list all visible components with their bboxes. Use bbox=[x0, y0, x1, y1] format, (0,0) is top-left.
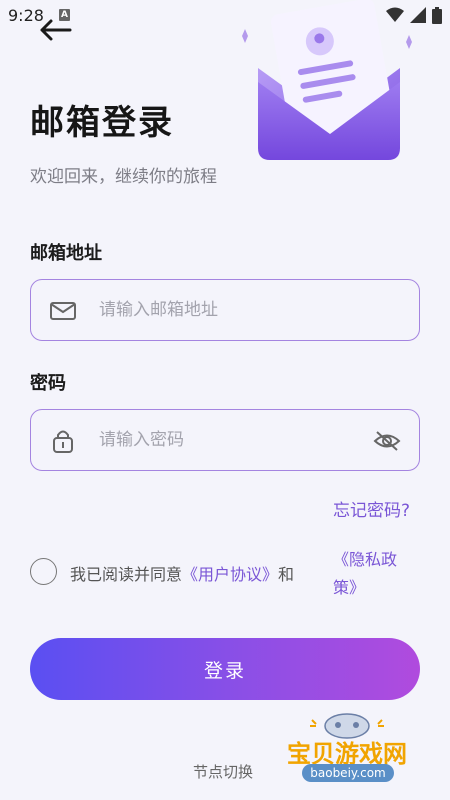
agreement-and: 和 bbox=[278, 565, 295, 584]
node-switch-link[interactable]: 节点切换 bbox=[193, 761, 253, 782]
page-title: 邮箱登录 bbox=[30, 103, 174, 143]
password-input[interactable] bbox=[99, 420, 369, 460]
agreement-prefix: 我已阅读并同意 bbox=[70, 565, 183, 584]
watermark-url: baobeiy.com bbox=[302, 764, 394, 782]
email-label: 邮箱地址 bbox=[30, 243, 102, 264]
agree-checkbox[interactable] bbox=[30, 558, 57, 585]
battery-icon bbox=[432, 6, 442, 24]
envelope-icon bbox=[50, 302, 76, 320]
watermark-logo: 宝贝游戏网 baobeiy.com bbox=[272, 706, 422, 796]
privacy-policy-link-part2[interactable]: 策》 bbox=[333, 574, 365, 598]
email-field[interactable] bbox=[30, 279, 420, 341]
email-input[interactable] bbox=[99, 290, 369, 330]
page-subtitle: 欢迎回来，继续你的旅程 bbox=[30, 167, 217, 187]
agreement-text: 我已阅读并同意《用户协议》和 bbox=[70, 561, 294, 585]
forgot-password-link[interactable]: 忘记密码? bbox=[333, 496, 410, 521]
login-button[interactable]: 登录 bbox=[30, 638, 420, 700]
privacy-policy-link-part1[interactable]: 《隐私政 bbox=[333, 546, 397, 570]
password-field[interactable] bbox=[30, 409, 420, 471]
lock-icon bbox=[53, 430, 73, 453]
mail-illustration bbox=[239, 0, 412, 160]
user-agreement-link[interactable]: 《用户协议》 bbox=[182, 565, 278, 584]
password-label: 密码 bbox=[30, 373, 66, 394]
back-arrow-icon[interactable] bbox=[38, 18, 72, 42]
eye-hidden-icon[interactable] bbox=[373, 428, 401, 454]
